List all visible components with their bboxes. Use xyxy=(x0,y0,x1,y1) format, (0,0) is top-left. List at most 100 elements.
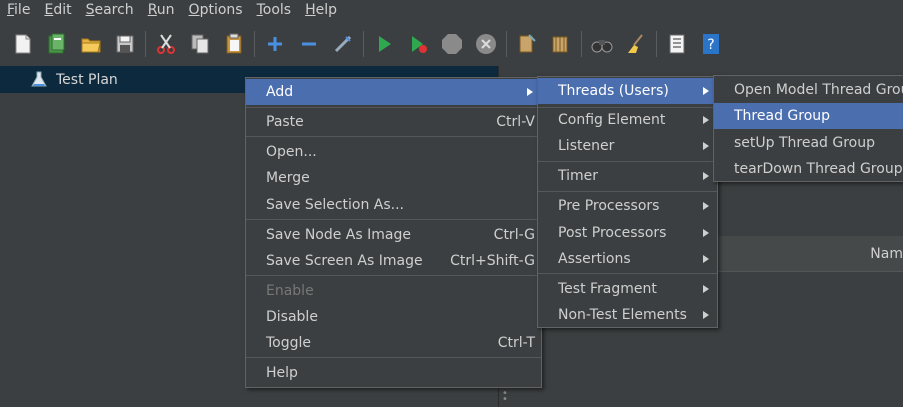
clear-all-button[interactable] xyxy=(547,30,575,58)
menu-item-save-screen-as-image[interactable]: Save Screen As Image Ctrl+Shift-G xyxy=(246,248,541,274)
menu-separator xyxy=(538,273,717,274)
play-icon xyxy=(379,36,391,52)
menu-separator xyxy=(538,161,717,162)
submenu-item-post-processors[interactable]: Post Processors xyxy=(538,220,717,246)
add-submenu: Threads (Users) Config Element Listener … xyxy=(537,76,718,328)
shutdown-button[interactable] xyxy=(472,30,500,58)
binoculars-icon xyxy=(591,40,613,53)
shutdown-icon xyxy=(476,34,496,54)
paste-clipboard-icon xyxy=(226,33,242,54)
shortcut-label: Ctrl+Shift-G xyxy=(450,253,535,269)
menu-separator xyxy=(246,136,541,137)
menu-item-label: Test Fragment xyxy=(558,281,657,297)
menu-separator xyxy=(246,219,541,220)
column-header-name: Nam xyxy=(870,246,903,262)
menu-item-label: Save Selection As... xyxy=(266,197,405,213)
menu-bar: File Edit Search Run Options Tools Help xyxy=(0,0,903,20)
threads-submenu: Open Model Thread Group Thread Group set… xyxy=(713,75,903,182)
submenu-arrow-icon xyxy=(703,285,709,293)
menu-search[interactable]: Search xyxy=(79,1,141,19)
submenu-item-setup-thread-group[interactable]: setUp Thread Group xyxy=(714,130,903,156)
menu-options[interactable]: Options xyxy=(182,1,250,19)
menu-item-label: Timer xyxy=(558,168,599,184)
stop-icon xyxy=(442,34,462,54)
templates-icon xyxy=(48,33,65,54)
toolbar-separator xyxy=(254,31,255,57)
clear-all-broom-icon xyxy=(552,36,568,53)
copy-button[interactable] xyxy=(186,30,214,58)
templates-button[interactable] xyxy=(43,30,71,58)
submenu-item-config-element[interactable]: Config Element xyxy=(538,107,717,133)
menu-separator xyxy=(538,191,717,192)
submenu-item-timer[interactable]: Timer xyxy=(538,163,717,189)
submenu-item-test-fragment[interactable]: Test Fragment xyxy=(538,276,717,302)
menu-help[interactable]: Help xyxy=(298,1,344,19)
toolbar-separator xyxy=(581,31,582,57)
menu-edit[interactable]: Edit xyxy=(37,1,78,19)
reset-search-button[interactable] xyxy=(622,30,650,58)
shortcut-label: Ctrl-V xyxy=(496,114,535,130)
toolbar: ? xyxy=(0,22,903,66)
copy-icon xyxy=(191,34,209,54)
collapse-all-button[interactable] xyxy=(295,30,323,58)
submenu-item-listener[interactable]: Listener xyxy=(538,133,717,159)
menu-item-paste[interactable]: Paste Ctrl-V xyxy=(246,109,541,135)
paste-button[interactable] xyxy=(220,30,248,58)
menu-item-label: Open Model Thread Group xyxy=(734,82,903,98)
start-button[interactable] xyxy=(370,30,398,58)
menu-run[interactable]: Run xyxy=(141,1,182,19)
submenu-arrow-icon xyxy=(703,172,709,180)
submenu-item-pre-processors[interactable]: Pre Processors xyxy=(538,193,717,219)
submenu-arrow-icon xyxy=(703,116,709,124)
function-helper-button[interactable] xyxy=(663,30,691,58)
menu-item-help[interactable]: Help xyxy=(246,360,541,386)
menu-separator xyxy=(246,357,541,358)
open-button[interactable] xyxy=(77,30,105,58)
menu-item-label: Threads (Users) xyxy=(558,83,669,99)
expand-all-button[interactable] xyxy=(261,30,289,58)
menu-item-toggle[interactable]: Toggle Ctrl-T xyxy=(246,330,541,356)
menu-item-merge[interactable]: Merge xyxy=(246,165,541,191)
toggle-button[interactable] xyxy=(329,30,357,58)
menu-separator xyxy=(246,275,541,276)
search-button[interactable] xyxy=(588,30,616,58)
menu-item-label: tearDown Thread Group xyxy=(734,161,903,177)
stop-button[interactable] xyxy=(438,30,466,58)
menu-item-label: Config Element xyxy=(558,112,666,128)
menu-item-disable[interactable]: Disable xyxy=(246,304,541,330)
menu-item-add[interactable]: Add xyxy=(246,79,541,105)
submenu-item-thread-group[interactable]: Thread Group xyxy=(714,103,903,129)
broom-icon xyxy=(628,34,643,53)
submenu-item-threads-users[interactable]: Threads (Users) xyxy=(538,78,717,104)
submenu-item-open-model-thread-group[interactable]: Open Model Thread Group xyxy=(714,77,903,103)
play-no-timers-icon xyxy=(412,36,427,53)
submenu-arrow-icon xyxy=(703,142,709,150)
save-button[interactable] xyxy=(111,30,139,58)
tree-node-label: Test Plan xyxy=(56,71,118,88)
menu-item-open[interactable]: Open... xyxy=(246,139,541,165)
submenu-item-teardown-thread-group[interactable]: tearDown Thread Group xyxy=(714,156,903,182)
submenu-arrow-icon xyxy=(527,88,533,96)
menu-tools[interactable]: Tools xyxy=(250,1,299,19)
cut-button[interactable] xyxy=(152,30,180,58)
help-button[interactable]: ? xyxy=(697,30,725,58)
new-button[interactable] xyxy=(9,30,37,58)
scissors-icon xyxy=(157,34,175,54)
menu-item-label: Save Node As Image xyxy=(266,227,411,243)
minus-icon xyxy=(302,42,316,46)
shortcut-label: Ctrl-G xyxy=(493,227,535,243)
menu-item-save-selection-as[interactable]: Save Selection As... xyxy=(246,192,541,218)
menu-item-enable: Enable xyxy=(246,278,541,304)
submenu-item-assertions[interactable]: Assertions xyxy=(538,246,717,272)
submenu-item-non-test-elements[interactable]: Non-Test Elements xyxy=(538,302,717,328)
clear-button[interactable] xyxy=(513,30,541,58)
context-menu: Add Paste Ctrl-V Open... Merge Save Sele… xyxy=(245,77,542,388)
menu-item-label: Disable xyxy=(266,309,318,325)
menu-item-label: Enable xyxy=(266,283,314,299)
menu-file[interactable]: File xyxy=(0,1,37,19)
start-no-pauses-button[interactable] xyxy=(404,30,432,58)
menu-item-save-node-as-image[interactable]: Save Node As Image Ctrl-G xyxy=(246,222,541,248)
menu-separator xyxy=(246,107,541,108)
menu-item-label: Paste xyxy=(266,114,304,130)
menu-item-label: Listener xyxy=(558,138,615,154)
